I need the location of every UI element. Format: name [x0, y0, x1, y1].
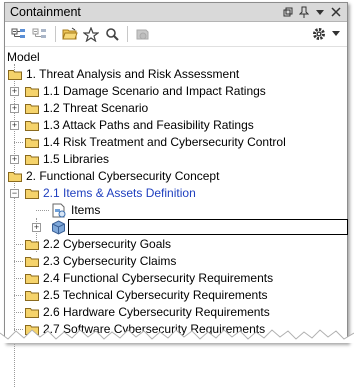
tree-node-2[interactable]: 2. Functional Cybersecurity Concept — [5, 168, 347, 185]
expand-icon[interactable]: + — [10, 121, 19, 130]
expand-all-icon[interactable] — [30, 24, 50, 44]
tree-node-2-5[interactable]: 2.5 Technical Cybersecurity Requirements — [5, 287, 347, 304]
tree-node-label: 2. Functional Cybersecurity Concept — [26, 169, 220, 183]
block-element-icon — [52, 220, 65, 235]
tree-connector — [14, 295, 23, 296]
open-folder-icon[interactable] — [60, 24, 80, 44]
tree-node-label: 1.3 Attack Paths and Feasibility Ratings — [43, 118, 254, 132]
tree-node-items[interactable]: Items — [5, 202, 347, 219]
tree-node-1-3[interactable]: + 1.3 Attack Paths and Feasibility Ratin… — [5, 117, 347, 134]
tree-node-label: 2.2 Cybersecurity Goals — [43, 237, 172, 251]
folder-icon — [25, 291, 39, 301]
folder-icon — [25, 257, 39, 267]
folder-icon — [25, 308, 39, 318]
toolbar-options — [309, 24, 341, 44]
sync-icon[interactable] — [132, 24, 152, 44]
tree-node-label: 2.5 Technical Cybersecurity Requirements — [43, 288, 268, 302]
tree-node-1-1[interactable]: + 1.1 Damage Scenario and Impact Ratings — [5, 83, 347, 100]
torn-edge — [0, 329, 354, 343]
tree-node-label: Model — [7, 50, 40, 64]
dropdown-arrow-icon[interactable] — [332, 24, 340, 44]
folder-icon — [8, 70, 22, 80]
collapse-all-icon[interactable] — [9, 24, 29, 44]
tree-node-new-element[interactable]: + — [5, 219, 348, 236]
expand-icon[interactable]: + — [32, 223, 41, 232]
tree-node-label: 1.1 Damage Scenario and Impact Ratings — [43, 84, 266, 98]
folder-icon — [25, 155, 39, 165]
panel-titlebar: Containment — [5, 3, 347, 22]
tree-node-1-4[interactable]: 1.4 Risk Treatment and Cybersecurity Con… — [5, 134, 347, 151]
tree-node-label: 1. Threat Analysis and Risk Assessment — [26, 67, 240, 81]
folder-icon — [25, 274, 39, 284]
restore-icon[interactable] — [281, 4, 295, 19]
favorite-star-icon[interactable] — [81, 24, 101, 44]
tree-node-2-4[interactable]: 2.4 Functional Cybersecurity Requirement… — [5, 270, 347, 287]
tree-connector — [14, 142, 23, 143]
title-buttons — [281, 4, 343, 19]
tree-node-label: 2.1 Items & Assets Definition — [43, 186, 196, 200]
rename-input[interactable] — [68, 219, 348, 235]
tree-node-label: 2.4 Functional Cybersecurity Requirement… — [43, 271, 274, 285]
toolbar-separator — [55, 26, 56, 42]
expand-icon[interactable]: + — [10, 155, 19, 164]
tree-node-1[interactable]: 1. Threat Analysis and Risk Assessment — [5, 66, 347, 83]
tree-connector — [36, 210, 49, 211]
tree-node-1-5[interactable]: + 1.5 Libraries — [5, 151, 347, 168]
tree-node-2-2[interactable]: 2.2 Cybersecurity Goals — [5, 236, 347, 253]
folder-icon — [25, 240, 39, 250]
folder-icon — [25, 121, 39, 131]
tree-node-label: 1.5 Libraries — [43, 152, 110, 166]
minimize-icon[interactable] — [313, 4, 327, 19]
folder-icon — [25, 138, 39, 148]
folder-icon — [25, 189, 39, 199]
tree-connector — [14, 278, 23, 279]
package-diagram-icon — [52, 203, 66, 218]
expand-icon[interactable]: + — [10, 87, 19, 96]
tree-connector — [14, 244, 23, 245]
pin-icon[interactable] — [297, 4, 311, 19]
gear-icon[interactable] — [309, 24, 329, 44]
tree-connector — [14, 261, 23, 262]
containment-panel: Containment Model 1. Threat Analysis and… — [4, 2, 348, 387]
tree-node-label: 2.3 Cybersecurity Claims — [43, 254, 177, 268]
close-icon[interactable] — [329, 4, 343, 19]
tree-connector — [14, 312, 23, 313]
toolbar-separator — [127, 26, 128, 42]
tree-node-model[interactable]: Model — [5, 49, 347, 66]
search-icon[interactable] — [102, 24, 122, 44]
tree-node-2-3[interactable]: 2.3 Cybersecurity Claims — [5, 253, 347, 270]
folder-icon — [25, 87, 39, 97]
collapse-icon[interactable]: − — [10, 189, 19, 198]
expand-icon[interactable]: + — [10, 104, 19, 113]
folder-icon — [25, 104, 39, 114]
tree-node-label: 1.2 Threat Scenario — [43, 101, 149, 115]
panel-title: Containment — [10, 5, 81, 19]
tree-node-label: Items — [71, 203, 101, 217]
containment-tree: Model 1. Threat Analysis and Risk Assess… — [5, 47, 348, 387]
folder-icon — [8, 172, 22, 182]
tree-node-label: 1.4 Risk Treatment and Cybersecurity Con… — [43, 135, 286, 149]
tree-node-2-1[interactable]: − 2.1 Items & Assets Definition — [5, 185, 347, 202]
tree-node-1-2[interactable]: + 1.2 Threat Scenario — [5, 100, 347, 117]
panel-toolbar — [5, 22, 347, 47]
